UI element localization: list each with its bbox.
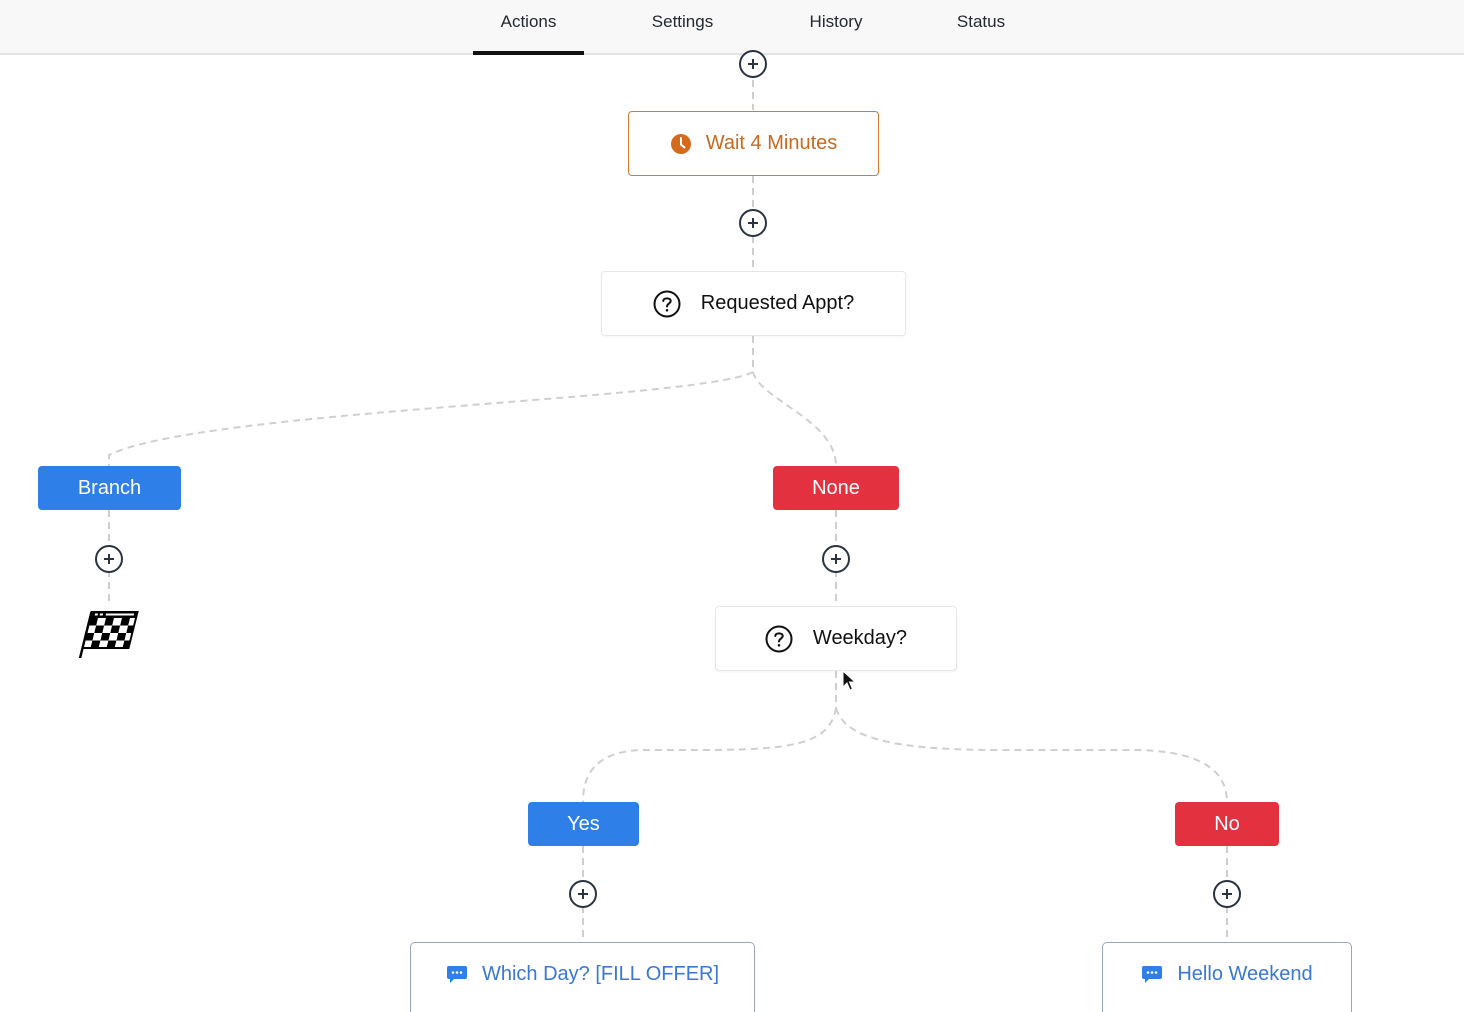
top-tab-bar: Actions Settings History Status — [0, 0, 1464, 55]
tab-settings[interactable]: Settings — [630, 0, 735, 55]
message-node-label: Hello Weekend — [1177, 963, 1313, 985]
chat-bubble-icon — [1141, 963, 1163, 985]
tab-history-label: History — [809, 12, 863, 31]
tab-status[interactable]: Status — [940, 0, 1022, 55]
connector-to-branch — [108, 371, 754, 466]
connector-to-none — [752, 371, 837, 467]
add-step-button-none[interactable] — [822, 545, 850, 573]
question-circle-icon — [653, 290, 681, 318]
message-node-which-day[interactable]: Which Day? [FILL OFFER] — [410, 942, 755, 1012]
plus-icon — [104, 554, 114, 564]
add-step-button-no[interactable] — [1213, 880, 1241, 908]
branch-button[interactable]: Branch — [38, 466, 181, 510]
tab-status-label: Status — [956, 12, 1006, 31]
add-step-button-after-wait[interactable] — [739, 209, 767, 237]
add-step-button-branch[interactable] — [95, 545, 123, 573]
condition-node-label: Weekday? — [812, 627, 908, 649]
branch-label: Branch — [77, 476, 142, 499]
no-branch-button[interactable]: No — [1175, 802, 1279, 846]
yes-branch-button[interactable]: Yes — [528, 802, 639, 846]
connector-to-no — [835, 707, 1228, 803]
condition-node-weekday[interactable]: Weekday? — [715, 606, 957, 671]
condition-node-label: Requested Appt? — [700, 292, 855, 314]
plus-icon — [748, 59, 758, 69]
add-step-button-yes[interactable] — [569, 880, 597, 908]
tab-actions[interactable]: Actions — [473, 0, 584, 55]
yes-branch-label: Yes — [567, 812, 600, 835]
clock-icon — [670, 133, 692, 155]
none-branch-button[interactable]: None — [773, 466, 899, 510]
none-branch-label: None — [812, 476, 860, 499]
question-circle-icon — [765, 625, 793, 653]
wait-node[interactable]: Wait 4 Minutes — [628, 111, 879, 176]
add-step-button-top[interactable] — [739, 50, 767, 78]
message-node-hello-weekend[interactable]: Hello Weekend — [1102, 942, 1352, 1012]
message-node-label: Which Day? [FILL OFFER] — [481, 963, 720, 985]
wait-node-label: Wait 4 Minutes — [705, 132, 838, 154]
tab-history[interactable]: History — [790, 0, 882, 55]
checkered-flag-icon — [78, 611, 139, 658]
connector-to-yes — [582, 707, 837, 803]
no-branch-label: No — [1214, 812, 1240, 835]
tab-actions-label: Actions — [500, 12, 557, 31]
chat-bubble-icon — [446, 963, 468, 985]
plus-icon — [748, 218, 758, 228]
plus-icon — [1222, 889, 1232, 899]
condition-node-requested-appt[interactable]: Requested Appt? — [601, 271, 906, 336]
plus-icon — [578, 889, 588, 899]
tab-settings-label: Settings — [651, 12, 714, 31]
plus-icon — [831, 554, 841, 564]
mouse-cursor-icon — [842, 670, 856, 691]
